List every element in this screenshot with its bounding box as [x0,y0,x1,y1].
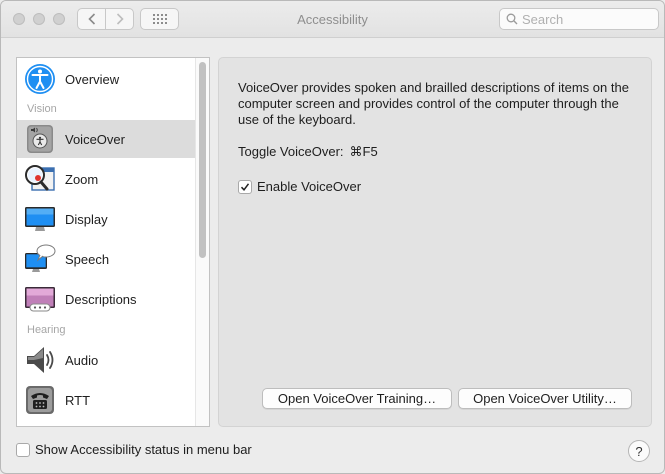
enable-voiceover-label: Enable VoiceOver [257,179,362,194]
voiceover-icon [27,125,53,153]
sidebar-item-label: Audio [65,352,99,368]
sidebar-item-descriptions[interactable]: Descriptions [17,280,195,318]
accessibility-person-icon [25,64,55,94]
toggle-voiceover-label: Toggle VoiceOver: [238,144,344,159]
sidebar-item-display[interactable]: Display [17,200,195,238]
title-bar: Accessibility [1,1,664,38]
sidebar-item-label: Descriptions [65,291,137,307]
sidebar-item-label: Speech [65,251,110,267]
sidebar-item-label: Display [65,211,108,227]
toggle-voiceover-row: Toggle VoiceOver: ⌘F5 [238,144,378,160]
sidebar-item-voiceover[interactable]: VoiceOver [17,120,195,158]
speech-bubble-icon [25,244,56,272]
speaker-icon [27,347,54,373]
sidebar-item-speech[interactable]: Speech [17,240,195,278]
checkmark-icon [240,182,250,191]
voiceover-pane: VoiceOver provides spoken and brailled d… [218,57,652,427]
sidebar-item-label: Zoom [65,171,99,187]
sidebar-item-overview[interactable]: Overview [17,60,195,98]
open-voiceover-training-button[interactable]: Open VoiceOver Training… [262,388,452,409]
zoom-window-icon [25,165,55,191]
search-field[interactable] [499,8,659,30]
sidebar-item-label: Overview [65,71,120,87]
telephone-icon [26,386,54,414]
sidebar-item-rtt[interactable]: RTT [17,381,195,419]
sidebar-item-label: VoiceOver [65,131,125,147]
sidebar-item-audio[interactable]: Audio [17,341,195,379]
accessibility-window: Accessibility Overview Vision [0,0,665,474]
sidebar-section-vision: Vision [27,103,57,115]
sidebar-section-hearing: Hearing [27,324,66,336]
enable-voiceover-row[interactable]: Enable VoiceOver [238,179,361,194]
help-button[interactable]: ? [628,440,650,462]
voiceover-description: VoiceOver provides spoken and brailled d… [238,80,629,127]
search-icon [506,13,518,25]
toggle-voiceover-shortcut: ⌘F5 [349,144,378,159]
sidebar: Overview Vision VoiceOver Zoom Display S… [16,57,210,427]
sidebar-scrollbar[interactable] [195,58,209,426]
show-status-label: Show Accessibility status in menu bar [35,442,252,457]
descriptions-icon [25,287,55,312]
open-voiceover-utility-button[interactable]: Open VoiceOver Utility… [458,388,632,409]
sidebar-scroll-thumb[interactable] [199,62,206,258]
display-monitor-icon [25,207,55,231]
show-status-row[interactable]: Show Accessibility status in menu bar [16,442,252,457]
enable-voiceover-checkbox[interactable] [238,179,252,194]
sidebar-item-label: RTT [65,392,91,408]
show-status-checkbox[interactable] [16,442,30,457]
search-input[interactable] [522,11,642,27]
sidebar-item-zoom[interactable]: Zoom [17,160,195,198]
